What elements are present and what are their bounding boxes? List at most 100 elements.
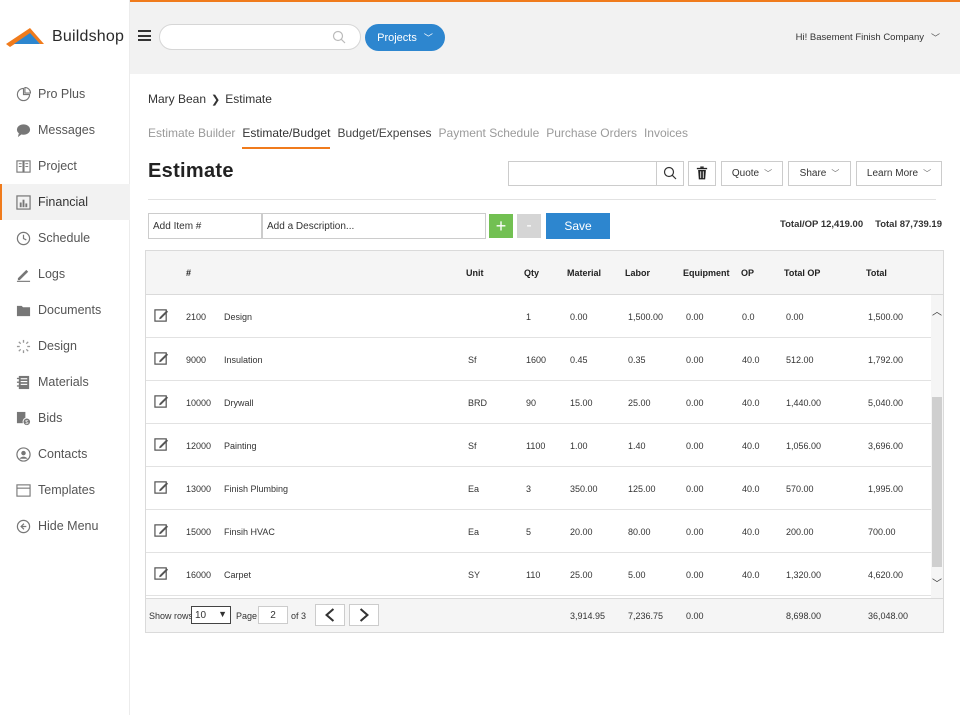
cell-qty: 1600 bbox=[526, 355, 547, 365]
column-header[interactable]: Qty bbox=[524, 268, 539, 278]
table-scrollbar[interactable]: ︿ ﹀ bbox=[931, 295, 943, 598]
sidebar-item-templates[interactable]: Templates bbox=[0, 472, 130, 508]
cell-num: 10000 bbox=[186, 398, 212, 408]
quote-dropdown[interactable]: Quote ﹀ bbox=[721, 160, 783, 186]
search-icon[interactable] bbox=[332, 30, 346, 44]
sidebar-item-design[interactable]: Design bbox=[0, 328, 130, 364]
sidebar-item-messages[interactable]: Messages bbox=[0, 112, 130, 148]
chevron-down-icon: ﹀ bbox=[930, 33, 940, 43]
tab-payment-schedule[interactable]: Payment Schedule bbox=[439, 126, 540, 149]
sidebar-item-contacts[interactable]: Contacts bbox=[0, 436, 130, 472]
cell-qty: 5 bbox=[526, 527, 532, 537]
column-header[interactable]: Total bbox=[866, 268, 887, 278]
scrollbar-thumb[interactable] bbox=[932, 397, 942, 567]
cell-num: 15000 bbox=[186, 527, 212, 537]
table-row[interactable]: 10000 Drywall BRD 90 15.00 25.00 0.00 40.0 1,440… bbox=[146, 381, 931, 424]
cell-material: 1.00 bbox=[570, 441, 588, 451]
menu-toggle-icon[interactable] bbox=[138, 30, 151, 41]
tab-estimate-budget[interactable]: Estimate/Budget bbox=[242, 126, 331, 149]
cell-total-op: 1,440.00 bbox=[786, 398, 822, 408]
item-number-input[interactable] bbox=[148, 213, 262, 239]
spinner-icon bbox=[16, 339, 31, 354]
column-header[interactable]: Labor bbox=[625, 268, 650, 278]
rows-per-page-select[interactable]: 10 ▼ bbox=[191, 606, 231, 624]
page-number-input[interactable]: 2 bbox=[258, 606, 288, 624]
sidebar-item-materials[interactable]: Materials bbox=[0, 364, 130, 400]
next-page-button[interactable] bbox=[349, 604, 379, 626]
tab-invoices[interactable]: Invoices bbox=[644, 126, 688, 149]
cell-total-op: 1,320.00 bbox=[786, 570, 822, 580]
edit-icon[interactable] bbox=[154, 351, 169, 366]
breadcrumb-client[interactable]: Mary Bean bbox=[148, 92, 206, 106]
cell-op: 40.0 bbox=[742, 570, 760, 580]
sidebar-item-documents[interactable]: Documents bbox=[0, 292, 130, 328]
estimate-search-input[interactable] bbox=[513, 161, 653, 185]
cell-equipment: 0.00 bbox=[686, 484, 704, 494]
sidebar-item-logs[interactable]: Logs bbox=[0, 256, 130, 292]
sidebar-item-project[interactable]: Project bbox=[0, 148, 130, 184]
column-header[interactable]: Equipment bbox=[683, 268, 730, 278]
tab-estimate-builder[interactable]: Estimate Builder bbox=[148, 126, 235, 149]
delete-button[interactable] bbox=[688, 160, 716, 186]
cell-total: 700.00 bbox=[868, 527, 896, 537]
sidebar-item-financial[interactable]: Financial bbox=[0, 184, 130, 220]
chevron-right-icon: ❯ bbox=[211, 93, 221, 106]
edit-icon[interactable] bbox=[154, 566, 169, 581]
save-button[interactable]: Save bbox=[546, 213, 610, 239]
sidebar-item-pro-plus[interactable]: Pro Plus bbox=[0, 76, 130, 112]
brand-logo[interactable]: Buildshop bbox=[6, 24, 124, 50]
description-input[interactable] bbox=[262, 213, 486, 239]
column-header[interactable]: # bbox=[186, 268, 191, 278]
table-row[interactable]: 16000 Carpet SY 110 25.00 5.00 0.00 40.0 1,320.0… bbox=[146, 553, 931, 596]
learn-more-dropdown[interactable]: Learn More ﹀ bbox=[856, 160, 942, 186]
chevron-down-icon[interactable]: ﹀ bbox=[931, 575, 943, 590]
chevron-up-icon[interactable]: ︿ bbox=[931, 303, 943, 318]
table-row[interactable]: 2100 Design 1 0.00 1,500.00 0.00 0.0 0.00 1,500.… bbox=[146, 295, 931, 338]
template-icon bbox=[16, 483, 31, 498]
cell-total: 5,040.00 bbox=[868, 398, 904, 408]
cell-labor: 80.00 bbox=[628, 527, 651, 537]
pencil-icon bbox=[16, 267, 31, 282]
column-header[interactable]: Material bbox=[567, 268, 601, 278]
cell-equipment: 0.00 bbox=[686, 312, 704, 322]
cell-desc: Finish Plumbing bbox=[224, 484, 289, 494]
cell-desc: Insulation bbox=[224, 355, 263, 365]
sidebar-item-label: Bids bbox=[38, 411, 63, 425]
sidebar-item-label: Logs bbox=[38, 267, 66, 281]
table-row[interactable]: 9000 Insulation Sf 1600 0.45 0.35 0.00 40.0 512.… bbox=[146, 338, 931, 381]
edit-icon[interactable] bbox=[154, 308, 169, 323]
sidebar-item-schedule[interactable]: Schedule bbox=[0, 220, 130, 256]
previous-page-button[interactable] bbox=[315, 604, 345, 626]
projects-dropdown-button[interactable]: Projects ﹀ bbox=[365, 24, 445, 51]
sidebar-item-hide-menu[interactable]: Hide Menu bbox=[0, 508, 130, 544]
global-search[interactable] bbox=[159, 24, 361, 50]
cell-total: 3,696.00 bbox=[868, 441, 904, 451]
edit-icon[interactable] bbox=[154, 480, 169, 495]
column-header[interactable]: OP bbox=[741, 268, 754, 278]
share-dropdown[interactable]: Share ﹀ bbox=[788, 160, 851, 186]
sidebar-item-bids[interactable]: $ Bids bbox=[0, 400, 130, 436]
sidebar-item-label: Materials bbox=[38, 375, 89, 389]
book-icon bbox=[16, 159, 31, 174]
estimate-search-button[interactable] bbox=[656, 160, 684, 186]
table-row[interactable]: 12000 Painting Sf 1100 1.00 1.40 0.00 40.0 1,056… bbox=[146, 424, 931, 467]
add-row-button[interactable]: + bbox=[489, 214, 513, 238]
sidebar-item-label: Documents bbox=[38, 303, 102, 317]
sidebar-nav: Pro Plus Messages Project Financial Schedule… bbox=[0, 76, 130, 544]
estimate-search[interactable] bbox=[508, 160, 656, 186]
global-search-input[interactable] bbox=[172, 25, 332, 49]
column-header[interactable]: Unit bbox=[466, 268, 484, 278]
tab-purchase-orders[interactable]: Purchase Orders bbox=[546, 126, 637, 149]
edit-icon[interactable] bbox=[154, 437, 169, 452]
column-header[interactable]: Total OP bbox=[784, 268, 820, 278]
table-row[interactable]: 13000 Finish Plumbing Ea 3 350.00 125.00 0.00 4… bbox=[146, 467, 931, 510]
table-row[interactable]: 15000 Finsih HVAC Ea 5 20.00 80.00 0.00 40.0 200… bbox=[146, 510, 931, 553]
account-menu[interactable]: Hi! Basement Finish Company ﹀ bbox=[796, 31, 940, 44]
remove-row-button[interactable]: - bbox=[517, 214, 541, 238]
tab-budget-expenses[interactable]: Budget/Expenses bbox=[337, 126, 431, 149]
greeting-text: Hi! Basement Finish Company bbox=[795, 32, 924, 43]
cell-unit: BRD bbox=[468, 398, 488, 408]
cell-num: 16000 bbox=[186, 570, 212, 580]
edit-icon[interactable] bbox=[154, 523, 169, 538]
edit-icon[interactable] bbox=[154, 394, 169, 409]
